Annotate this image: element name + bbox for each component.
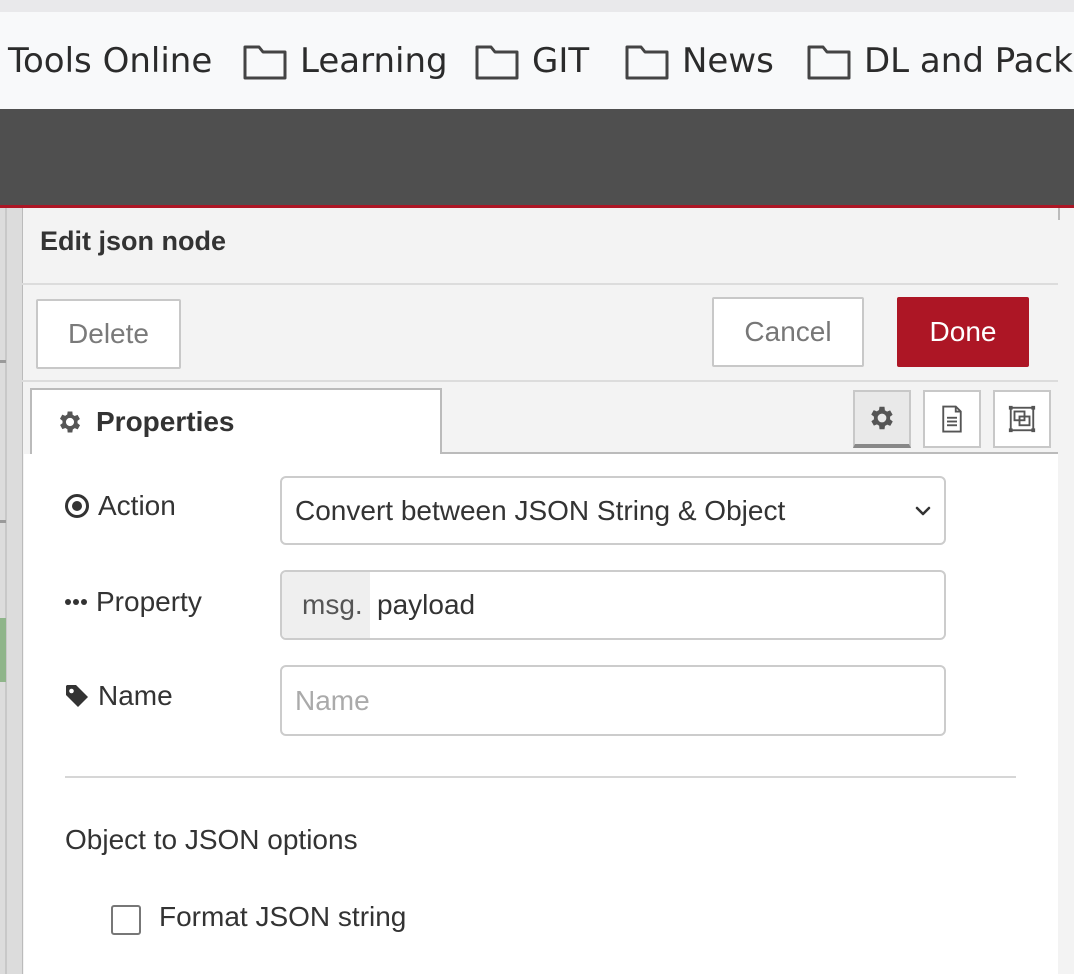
- workspace-node-mark: [0, 360, 6, 363]
- appearance-icon: [1008, 405, 1036, 433]
- bookmark-label: Learning: [300, 40, 448, 81]
- format-json-label[interactable]: Format JSON string: [159, 901, 406, 933]
- name-label: Name: [98, 680, 173, 711]
- workspace-node: [0, 618, 6, 682]
- bookmarks-bar: Tools Online Learning GIT News DL and Pa…: [0, 12, 1074, 109]
- description-icon: [942, 405, 962, 433]
- action-label: Action: [98, 490, 176, 521]
- gear-icon: [871, 406, 893, 430]
- bookmark-folder-learning[interactable]: Learning: [242, 12, 448, 109]
- tab-settings-button[interactable]: [853, 390, 911, 448]
- chevron-down-icon: [915, 506, 931, 516]
- gear-icon: [59, 411, 81, 433]
- property-label-row: Property: [64, 586, 202, 618]
- options-section-title: Object to JSON options: [65, 824, 358, 855]
- bookmark-label: DL and Pack: [864, 40, 1073, 81]
- property-typed-input[interactable]: msg. payload: [280, 570, 946, 640]
- bookmark-folder-news[interactable]: News: [624, 12, 774, 109]
- bookmark-folder-dl-and-pack[interactable]: DL and Pack: [806, 12, 1073, 109]
- tray-scrollbar-thumb[interactable]: [1058, 208, 1060, 220]
- bookmark-label: GIT: [532, 40, 590, 81]
- workspace-edge: [0, 208, 22, 974]
- tab-label: Properties: [96, 406, 235, 437]
- workspace-node-mark: [0, 520, 6, 523]
- tray-title: Edit json node: [40, 226, 226, 256]
- name-label-row: Name: [64, 680, 173, 712]
- folder-icon: [625, 45, 669, 79]
- section-divider: [65, 776, 1016, 778]
- tag-icon: [66, 685, 88, 707]
- bookmark-tools-online[interactable]: Tools Online: [8, 12, 212, 109]
- action-select[interactable]: Convert between JSON String & Object: [280, 476, 946, 545]
- bookmark-label: Tools Online: [8, 40, 213, 81]
- folder-icon: [243, 45, 287, 79]
- divider: [22, 380, 1058, 382]
- divider: [22, 283, 1058, 285]
- workspace-divider: [5, 208, 7, 974]
- bookmark-label: News: [682, 40, 774, 81]
- tray-scrollbar[interactable]: [1058, 208, 1074, 974]
- format-json-checkbox[interactable]: [111, 905, 141, 935]
- dot-circle-icon: [65, 494, 89, 518]
- tab-description-button[interactable]: [923, 390, 981, 448]
- action-select-value: Convert between JSON String & Object: [295, 494, 786, 526]
- property-type-prefix[interactable]: msg.: [282, 572, 370, 638]
- browser-top-strip: [0, 0, 1074, 12]
- property-value[interactable]: payload: [370, 589, 475, 621]
- tab-appearance-button[interactable]: [993, 390, 1051, 448]
- property-label: Property: [96, 586, 202, 617]
- tab-properties[interactable]: Properties: [30, 388, 442, 454]
- bookmark-folder-git[interactable]: GIT: [474, 12, 589, 109]
- ellipsis-icon: [65, 599, 87, 605]
- name-input[interactable]: [280, 665, 946, 736]
- done-button[interactable]: Done: [897, 297, 1029, 367]
- delete-button[interactable]: Delete: [36, 299, 181, 369]
- folder-icon: [475, 45, 519, 79]
- action-label-row: Action: [64, 490, 176, 522]
- cancel-button[interactable]: Cancel: [712, 297, 864, 367]
- folder-icon: [807, 45, 851, 79]
- app-header: [0, 109, 1074, 205]
